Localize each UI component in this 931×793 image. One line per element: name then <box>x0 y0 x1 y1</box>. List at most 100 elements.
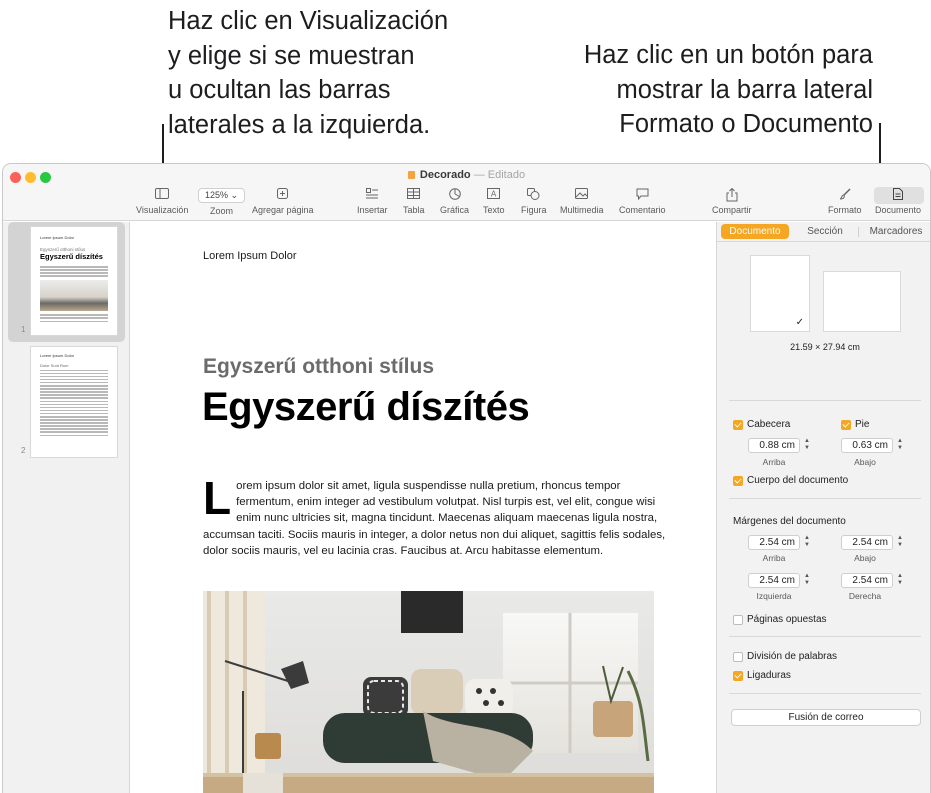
header-checkbox[interactable] <box>733 420 743 430</box>
margin-left-field[interactable]: 2.54 cm <box>748 573 800 588</box>
svg-text:A: A <box>491 190 497 199</box>
page-thumbnail-2[interactable]: Lorem Ipsum Dolor Dolor Sunt Rum <box>31 347 117 457</box>
view-button[interactable]: Visualización <box>136 188 188 215</box>
document-icon <box>875 188 921 202</box>
text-line <box>40 419 108 421</box>
table-icon <box>403 188 425 202</box>
share-label: Compartir <box>712 205 752 215</box>
margin-bottom-field[interactable]: 2.54 cm <box>841 535 893 550</box>
footer-stepper[interactable]: ▲ ▼ <box>896 438 904 453</box>
thumb-heading: Dolor Sunt Rum <box>40 363 69 368</box>
hyphenation-checkbox[interactable] <box>733 652 743 662</box>
margin-top-stepper[interactable]: ▲ ▼ <box>803 535 811 550</box>
landscape-orientation[interactable] <box>823 271 901 332</box>
tab-marcadores[interactable]: Marcadores <box>863 224 929 239</box>
text-line <box>40 314 108 316</box>
text-label: Texto <box>483 205 505 215</box>
margin-left-stepper[interactable]: ▲ ▼ <box>803 573 811 588</box>
margin-top-field[interactable]: 2.54 cm <box>748 535 800 550</box>
text-line <box>40 425 108 427</box>
zoom-control[interactable]: 125% ⌄ Zoom <box>198 188 246 216</box>
thumb-header: Lorem Ipsum Dolor <box>40 353 75 358</box>
media-button[interactable]: Multimedia <box>560 188 604 215</box>
page-header[interactable]: Lorem Ipsum Dolor <box>203 250 297 262</box>
tab-documento[interactable]: Documento <box>721 224 789 239</box>
callout-line: mostrar la barra lateral <box>616 75 873 104</box>
tab-seccion[interactable]: Sección <box>797 224 853 239</box>
insert-icon <box>357 188 388 202</box>
thumb-text-lines <box>31 266 117 277</box>
header-label: Cabecera <box>747 419 791 430</box>
callout-view-sidebars: Haz clic en Visualización y elige si se … <box>168 4 448 142</box>
text-line <box>40 431 108 433</box>
comment-button[interactable]: Comentario <box>619 188 666 215</box>
text-line <box>40 391 108 393</box>
text-line <box>40 369 108 372</box>
mail-merge-button[interactable]: Fusión de correo <box>731 709 921 726</box>
chevron-down-icon: ⌄ <box>230 190 239 200</box>
text-line <box>40 434 108 437</box>
chart-button[interactable]: Gráfica <box>440 188 469 215</box>
footer-value-field[interactable]: 0.63 cm <box>841 438 893 453</box>
ligatures-checkbox[interactable] <box>733 671 743 681</box>
portrait-orientation[interactable]: ✓ <box>750 255 810 332</box>
text-line <box>40 422 108 424</box>
header-stepper[interactable]: ▲ ▼ <box>803 438 811 453</box>
body-text: orem ipsum dolor sit amet, ligula suspen… <box>203 480 666 557</box>
media-label: Multimedia <box>560 205 604 215</box>
zoom-select[interactable]: 125% ⌄ <box>198 188 246 203</box>
document-body-checkbox[interactable] <box>733 476 743 486</box>
page-number: 2 <box>21 446 26 455</box>
callout-line: u ocultan las barras <box>168 76 391 104</box>
format-button[interactable]: Formato <box>828 188 862 215</box>
text-line <box>40 266 108 268</box>
toolbar: Decorado — Editado Visualización 125% ⌄ … <box>3 164 930 221</box>
share-button[interactable]: Compartir <box>712 188 752 215</box>
document-title: Decorado <box>419 169 471 181</box>
document-subtitle[interactable]: Egyszerű otthoni stílus <box>203 355 434 379</box>
facing-pages-checkbox[interactable] <box>733 615 743 625</box>
format-label: Formato <box>828 205 862 215</box>
text-line <box>40 400 108 403</box>
view-label: Visualización <box>136 205 189 215</box>
divider <box>729 636 921 637</box>
window-title: Decorado — Editado <box>3 169 930 181</box>
footer-checkbox[interactable] <box>841 420 851 430</box>
text-line <box>40 372 108 375</box>
document-button[interactable]: Documento <box>875 188 921 215</box>
document-page[interactable]: Lorem Ipsum Dolor Egyszerű otthoni stílu… <box>131 222 716 793</box>
living-room-photo[interactable] <box>203 591 654 793</box>
header-value-field[interactable]: 0.88 cm <box>748 438 800 453</box>
insert-button[interactable]: Insertar <box>357 188 388 215</box>
zoom-label: Zoom <box>210 206 234 216</box>
shape-icon <box>521 188 547 202</box>
thumb-text-lines <box>31 369 117 437</box>
text-box-icon: A <box>483 188 505 202</box>
text-line <box>40 375 108 378</box>
margin-bottom-stepper[interactable]: ▲ ▼ <box>896 535 904 550</box>
text-line <box>40 403 108 406</box>
thumb-heading: Egyszerű díszítés <box>40 252 103 261</box>
sidebar-icon <box>136 188 188 202</box>
footer-sub-label: Abajo <box>854 457 876 467</box>
document-canvas[interactable]: Lorem Ipsum Dolor Egyszerű otthoni stílu… <box>131 222 716 793</box>
text-line <box>40 416 108 418</box>
page-thumbnail-1[interactable]: Lorem Ipsum Dolor Egyszerű otthoni stílu… <box>31 227 117 335</box>
inspector-tabs: Documento Sección Marcadores <box>717 222 930 242</box>
callout-line: Haz clic en un botón para <box>583 41 873 69</box>
document-heading[interactable]: Egyszerű díszítés <box>202 385 530 430</box>
margin-right-field[interactable]: 2.54 cm <box>841 573 893 588</box>
document-inspector: Documento Sección Marcadores ✓ 21.59 × 2… <box>716 222 930 793</box>
body-paragraph[interactable]: Lorem ipsum dolor sit amet, ligula suspe… <box>203 475 673 559</box>
text-button[interactable]: A Texto <box>483 188 505 215</box>
callout-format-document: Haz clic en un botón para mostrar la bar… <box>584 38 873 142</box>
add-page-button[interactable]: Agregar página <box>252 188 314 215</box>
pages-window: Decorado — Editado Visualización 125% ⌄ … <box>2 163 931 793</box>
margin-right-stepper[interactable]: ▲ ▼ <box>896 573 904 588</box>
shape-button[interactable]: Figura <box>521 188 547 215</box>
table-button[interactable]: Tabla <box>403 188 425 215</box>
document-label: Documento <box>875 205 922 215</box>
callout-leader-right <box>879 123 881 168</box>
margin-right-label: Derecha <box>848 591 882 601</box>
ligatures-label: Ligaduras <box>747 670 791 681</box>
